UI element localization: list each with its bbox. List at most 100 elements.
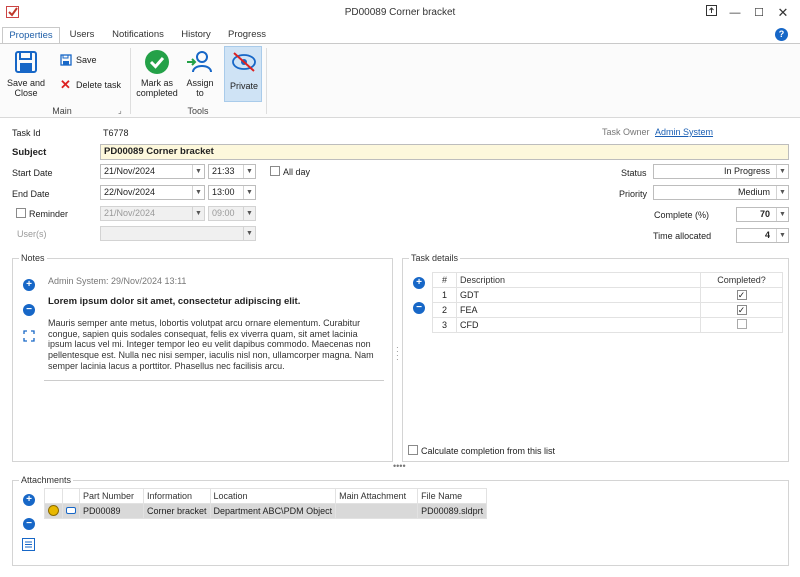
end-time-value: 13:00: [212, 187, 235, 197]
complete-label: Complete (%): [654, 210, 710, 220]
col-part-number[interactable]: Part Number: [79, 488, 144, 504]
chevron-down-icon[interactable]: ▼: [243, 186, 255, 199]
ribbon-separator: [266, 48, 267, 114]
status-value: In Progress: [723, 166, 770, 176]
information-cell[interactable]: Corner bracket: [143, 503, 211, 519]
table-row[interactable]: 3 CFD: [432, 317, 783, 333]
chevron-down-icon[interactable]: ▼: [192, 186, 204, 199]
subject-label: Subject: [12, 147, 47, 158]
complete-input[interactable]: 70 ▼: [736, 207, 789, 222]
reminder-date-input[interactable]: 21/Nov/2024 ▼: [100, 206, 205, 221]
users-select[interactable]: ▼: [100, 226, 256, 241]
table-header: # Description Completed?: [432, 272, 783, 288]
document-icon: [66, 507, 76, 514]
chevron-down-icon[interactable]: ▼: [192, 207, 204, 220]
task-owner-label: Task Owner: [602, 127, 650, 137]
private-button[interactable]: Private: [224, 46, 262, 102]
remove-attachment-icon[interactable]: −: [23, 518, 35, 530]
chevron-down-icon[interactable]: ▼: [776, 165, 788, 178]
assign-to-button[interactable]: Assign to: [182, 48, 218, 100]
col-num[interactable]: #: [432, 272, 457, 288]
time-allocated-input[interactable]: 4 ▼: [736, 228, 789, 243]
file-name-cell[interactable]: PD00089.sldprt: [417, 503, 488, 519]
save-label: Save: [76, 55, 97, 65]
end-date-input[interactable]: 22/Nov/2024 ▼: [100, 185, 205, 200]
save-button[interactable]: Save: [60, 54, 120, 68]
reminder-time-input[interactable]: 09:00 ▼: [208, 206, 256, 221]
col-file-name[interactable]: File Name: [417, 488, 488, 504]
add-attachment-icon[interactable]: +: [23, 494, 35, 506]
note-body[interactable]: Mauris semper ante metus, lobortis volut…: [48, 318, 382, 372]
help-icon[interactable]: ?: [775, 28, 788, 41]
expand-icon[interactable]: [23, 330, 35, 344]
chevron-down-icon[interactable]: ▼: [776, 208, 788, 221]
remove-task-detail-icon[interactable]: −: [413, 302, 425, 314]
table-row[interactable]: 2 FEA ✓: [432, 302, 783, 318]
chevron-down-icon[interactable]: ▼: [243, 165, 255, 178]
col-location[interactable]: Location: [209, 488, 337, 504]
assign-user-icon: [186, 50, 214, 76]
subject-input[interactable]: PD00089 Corner bracket: [100, 144, 789, 160]
chevron-down-icon[interactable]: ▼: [776, 186, 788, 199]
list-view-icon[interactable]: [22, 538, 35, 553]
task-owner-link[interactable]: Admin System: [655, 127, 713, 137]
table-row[interactable]: PD00089 Corner bracket Department ABC\PD…: [44, 503, 488, 519]
vertical-splitter[interactable]: · · · ·: [396, 344, 399, 364]
start-date-input[interactable]: 21/Nov/2024 ▼: [100, 164, 205, 179]
row-completed-cell: ✓: [700, 287, 783, 303]
close-button[interactable]: ✕: [774, 5, 792, 21]
status-select[interactable]: In Progress ▼: [653, 164, 789, 179]
row-num: 1: [432, 287, 457, 303]
table-header: Part Number Information Location Main At…: [44, 488, 488, 504]
priority-select[interactable]: Medium ▼: [653, 185, 789, 200]
reminder-checkbox[interactable]: [16, 208, 26, 218]
chevron-down-icon[interactable]: ▼: [243, 227, 255, 240]
add-task-detail-icon[interactable]: +: [413, 277, 425, 289]
col-description[interactable]: Description: [456, 272, 701, 288]
chevron-down-icon[interactable]: ▼: [192, 165, 204, 178]
col-main-attachment[interactable]: Main Attachment: [335, 488, 419, 504]
chevron-down-icon[interactable]: ▼: [776, 229, 788, 242]
end-time-input[interactable]: 13:00 ▼: [208, 185, 256, 200]
dialog-launcher-icon[interactable]: ⌟: [118, 106, 122, 115]
row-description[interactable]: CFD: [456, 317, 701, 333]
main-attachment-cell[interactable]: [335, 503, 419, 519]
start-date-label: Start Date: [12, 168, 53, 178]
remove-note-icon[interactable]: −: [23, 304, 35, 316]
row-description[interactable]: GDT: [456, 287, 701, 303]
col-information[interactable]: Information: [143, 488, 211, 504]
add-note-icon[interactable]: +: [23, 279, 35, 291]
horizontal-splitter[interactable]: ••••: [393, 461, 406, 471]
end-date-value: 22/Nov/2024: [104, 187, 156, 197]
table-row[interactable]: 1 GDT ✓: [432, 287, 783, 303]
maximize-button[interactable]: ☐: [750, 5, 768, 21]
completed-checkbox[interactable]: ✓: [736, 290, 747, 300]
users-label: User(s): [17, 229, 47, 239]
save-close-button[interactable]: Save and Close: [4, 48, 48, 100]
all-day-checkbox[interactable]: [270, 166, 280, 176]
ribbon-separator: [130, 48, 131, 114]
start-time-input[interactable]: 21:33 ▼: [208, 164, 256, 179]
row-completed-cell: ✓: [700, 302, 783, 318]
delete-task-button[interactable]: ✕ Delete task: [60, 78, 126, 93]
calc-completion-checkbox[interactable]: [408, 445, 418, 455]
tab-history[interactable]: History: [176, 27, 216, 44]
row-num: 3: [432, 317, 457, 333]
col-completed[interactable]: Completed?: [700, 272, 783, 288]
row-description[interactable]: FEA: [456, 302, 701, 318]
tab-users[interactable]: Users: [64, 27, 100, 44]
mark-completed-button[interactable]: Mark as completed: [134, 48, 180, 100]
time-allocated-label: Time allocated: [653, 231, 712, 241]
completed-checkbox[interactable]: [736, 319, 747, 329]
part-number-cell[interactable]: PD00089: [79, 503, 144, 519]
pin-icon[interactable]: [702, 5, 720, 21]
completed-checkbox[interactable]: ✓: [736, 305, 747, 315]
window-title: PD00089 Corner bracket: [344, 7, 456, 18]
tab-progress[interactable]: Progress: [224, 27, 270, 44]
chevron-down-icon[interactable]: ▼: [243, 207, 255, 220]
start-date-value: 21/Nov/2024: [104, 166, 156, 176]
minimize-button[interactable]: —: [726, 5, 744, 21]
location-cell[interactable]: Department ABC\PDM Object: [209, 503, 337, 519]
note-divider: [44, 380, 384, 381]
tab-notifications[interactable]: Notifications: [108, 27, 168, 44]
